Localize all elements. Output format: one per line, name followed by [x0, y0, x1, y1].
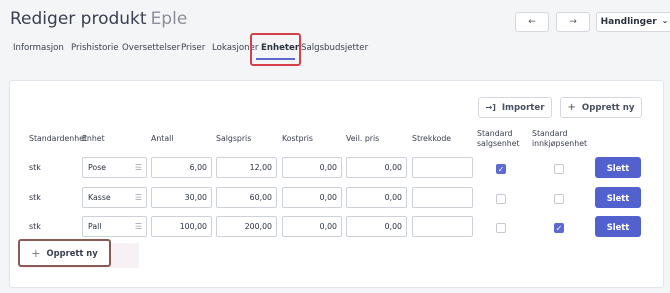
quantity-input[interactable]: 30,00 [151, 187, 212, 208]
actions-dropdown[interactable]: Handlinger ⌄ [596, 12, 670, 32]
create-new-label: Opprett ny [581, 102, 635, 113]
back-button[interactable]: ← [515, 12, 549, 32]
actions-label: Handlinger [600, 17, 657, 27]
import-button[interactable]: →] Importer [478, 97, 552, 118]
cost-price-input[interactable]: 0,00 [282, 187, 342, 208]
import-label: Importer [501, 102, 545, 113]
tab-priser[interactable]: Priser [181, 43, 205, 53]
cost-price-input[interactable]: 0,00 [282, 216, 342, 237]
standard-unit-cell: stk [29, 222, 41, 231]
col-barcode: Strekkode [412, 134, 452, 143]
unit-select-value: Kasse [88, 193, 111, 202]
unit-select-value: Pall [88, 222, 102, 231]
col-cost-price: Kostpris [282, 134, 313, 143]
barcode-input[interactable] [412, 187, 473, 208]
suggested-price-input[interactable]: 0,00 [346, 157, 407, 178]
unit-select[interactable]: Pall ☰ [82, 216, 147, 237]
sales-price-input[interactable]: 12,00 [216, 157, 277, 178]
plus-icon: + [31, 246, 41, 260]
page-title-text: Rediger produkt [10, 9, 147, 29]
col-default-sales: Standard salgsenhet [477, 129, 520, 148]
arrow-left-icon: ← [528, 17, 536, 27]
list-icon: ☰ [134, 163, 142, 172]
default-purchase-checkbox[interactable] [554, 164, 564, 174]
tab-oversettelser[interactable]: Oversettelser [122, 43, 180, 53]
tab-informasjon[interactable]: Informasjon [13, 43, 64, 53]
tab-prishistorie[interactable]: Prishistorie [71, 43, 119, 53]
sales-price-input[interactable]: 60,00 [216, 187, 277, 208]
delete-button[interactable]: Slett [595, 157, 641, 178]
quantity-input[interactable]: 100,00 [151, 216, 212, 237]
unit-select[interactable]: Kasse ☰ [82, 187, 147, 208]
cost-price-input[interactable]: 0,00 [282, 157, 342, 178]
list-icon: ☰ [134, 193, 142, 202]
col-quantity: Antall [151, 134, 174, 143]
suggested-price-input[interactable]: 0,00 [346, 216, 407, 237]
col-standard-unit: Standardenhet [29, 134, 88, 143]
col-unit: Enhet [82, 134, 105, 143]
forward-button[interactable]: → [556, 12, 590, 32]
add-unit-label: Opprett ny [46, 248, 98, 258]
suggested-price-input[interactable]: 0,00 [346, 187, 407, 208]
create-new-button[interactable]: + Opprett ny [560, 97, 642, 118]
standard-unit-cell: stk [29, 193, 41, 202]
col-default-purchase: Standard innkjøpsenhet [532, 129, 588, 148]
delete-button[interactable]: Slett [595, 187, 641, 208]
tab-salgsbudsjetter[interactable]: Salgsbudsjetter [301, 43, 368, 53]
default-purchase-checkbox[interactable] [554, 194, 564, 204]
default-sales-checkbox[interactable] [496, 223, 506, 233]
unit-select-value: Pose [88, 163, 107, 172]
quantity-input[interactable]: 6,00 [151, 157, 212, 178]
chevron-down-icon: ⌄ [661, 15, 669, 25]
default-sales-checkbox[interactable]: ✓ [496, 164, 506, 174]
delete-button[interactable]: Slett [595, 216, 641, 237]
add-unit-button[interactable]: + Opprett ny [18, 239, 111, 267]
product-name: Eple [150, 9, 188, 29]
default-sales-checkbox[interactable] [496, 194, 506, 204]
plus-icon: + [567, 102, 576, 113]
import-icon: →] [485, 103, 496, 112]
sales-price-input[interactable]: 200,00 [216, 216, 277, 237]
list-icon: ☰ [134, 222, 142, 231]
barcode-input[interactable] [412, 216, 473, 237]
active-tab-highlight [250, 33, 301, 66]
default-purchase-checkbox[interactable]: ✓ [554, 223, 564, 233]
barcode-input[interactable] [412, 157, 473, 178]
unit-select[interactable]: Pose ☰ [82, 157, 147, 178]
standard-unit-cell: stk [29, 163, 41, 172]
arrow-right-icon: → [569, 17, 577, 27]
col-suggested-price: Veil. pris [346, 134, 380, 143]
col-sales-price: Salgspris [216, 134, 252, 143]
page-title: Rediger produkt Eple [10, 9, 187, 29]
